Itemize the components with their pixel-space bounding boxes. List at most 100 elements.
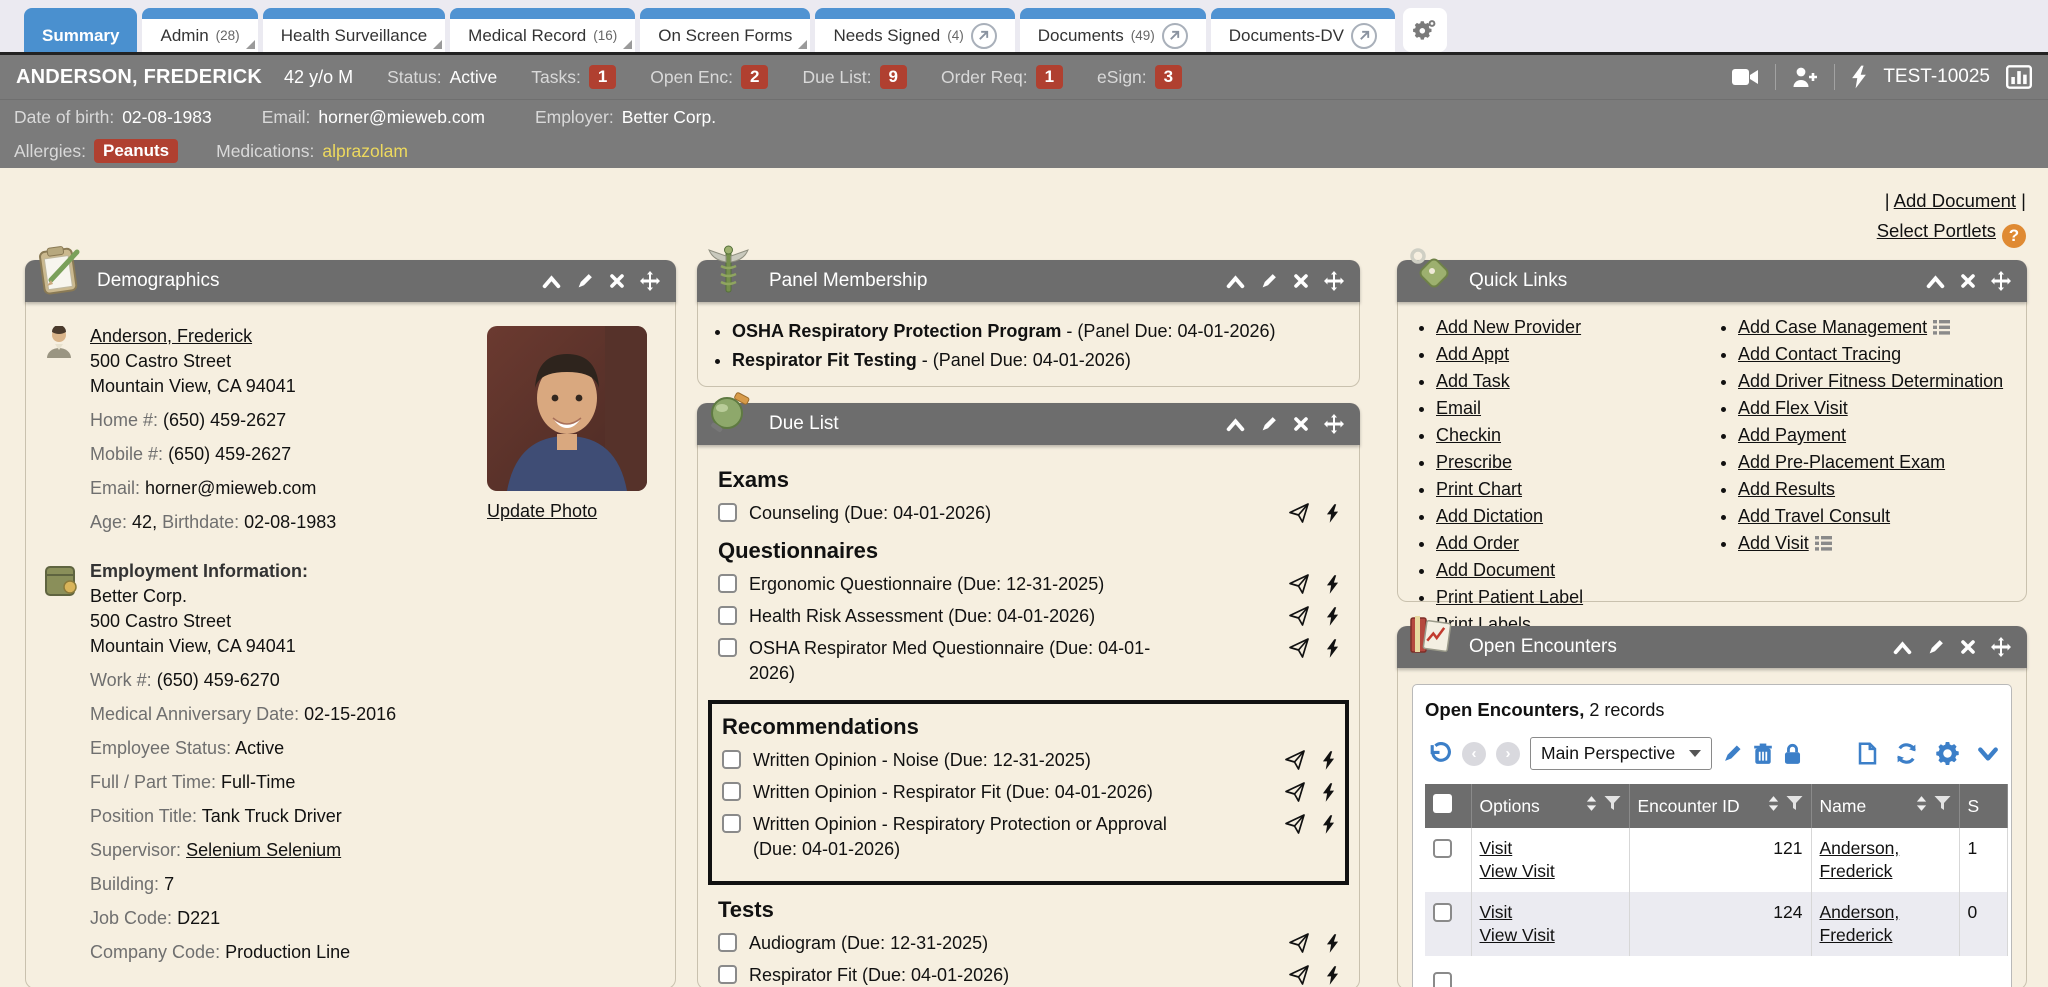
- send-icon[interactable]: [1288, 637, 1310, 659]
- quick-link[interactable]: Print Chart: [1436, 479, 1522, 499]
- open-encounters-header[interactable]: Open Encounters: [1397, 626, 2027, 668]
- collapse-icon[interactable]: [1226, 274, 1245, 289]
- edit-icon[interactable]: [1927, 638, 1945, 656]
- quick-complete-bolt-icon[interactable]: [1326, 607, 1339, 626]
- quick-complete-bolt-icon[interactable]: [1326, 575, 1339, 594]
- quick-link[interactable]: Add Payment: [1738, 425, 1846, 445]
- sort-icon[interactable]: [1585, 795, 1598, 817]
- move-icon[interactable]: [1324, 271, 1344, 291]
- edit-icon[interactable]: [1260, 415, 1278, 433]
- visit-link[interactable]: Visit: [1480, 838, 1513, 858]
- send-icon[interactable]: [1288, 573, 1310, 595]
- filter-icon[interactable]: [1934, 796, 1951, 817]
- close-icon[interactable]: [609, 273, 625, 289]
- send-icon[interactable]: [1284, 749, 1306, 771]
- add-document-link[interactable]: Add Document: [1894, 190, 2016, 211]
- quick-link[interactable]: Prescribe: [1436, 452, 1512, 472]
- view-visit-link[interactable]: View Visit: [1480, 925, 1555, 945]
- patient-name-link[interactable]: Anderson, Frederick: [1820, 902, 1900, 945]
- sort-icon[interactable]: [1915, 795, 1928, 817]
- refresh-icon[interactable]: [1895, 742, 1918, 765]
- close-icon[interactable]: [1960, 273, 1976, 289]
- due-item-checkbox[interactable]: [722, 814, 741, 833]
- edit-icon[interactable]: [1260, 272, 1278, 290]
- due-item-checkbox[interactable]: [718, 503, 737, 522]
- quick-link[interactable]: Add Driver Fitness Determination: [1738, 371, 2003, 391]
- esign-counter[interactable]: eSign:3: [1097, 65, 1182, 89]
- tab-needs-signed[interactable]: Needs Signed(4): [815, 8, 1014, 52]
- quick-link[interactable]: Add Results: [1738, 479, 1835, 499]
- filter-icon[interactable]: [1786, 796, 1803, 817]
- quick-complete-bolt-icon[interactable]: [1326, 504, 1339, 523]
- send-icon[interactable]: [1288, 932, 1310, 954]
- quick-link[interactable]: Add Task: [1436, 371, 1510, 391]
- tab-settings-button[interactable]: [1403, 8, 1447, 52]
- collapse-icon[interactable]: [1926, 274, 1945, 289]
- column-clipped[interactable]: S: [1959, 784, 2007, 828]
- settings-gear-icon[interactable]: [1936, 742, 1959, 765]
- due-item-checkbox[interactable]: [718, 965, 737, 984]
- external-link-icon[interactable]: [971, 23, 997, 49]
- due-item-checkbox[interactable]: [722, 750, 741, 769]
- order-req-counter[interactable]: Order Req:1: [941, 65, 1063, 89]
- supervisor-link[interactable]: Selenium Selenium: [186, 840, 341, 860]
- quick-link[interactable]: Add New Provider: [1436, 317, 1581, 337]
- tab-summary[interactable]: Summary: [24, 8, 137, 52]
- due-list-counter[interactable]: Due List:9: [802, 65, 907, 89]
- due-item-checkbox[interactable]: [722, 782, 741, 801]
- column-encounter-id[interactable]: Encounter ID: [1629, 784, 1811, 828]
- quick-link[interactable]: Add Travel Consult: [1738, 506, 1890, 526]
- move-icon[interactable]: [640, 271, 660, 291]
- quick-link[interactable]: Add Dictation: [1436, 506, 1543, 526]
- send-icon[interactable]: [1284, 813, 1306, 835]
- send-icon[interactable]: [1288, 502, 1310, 524]
- allergy-badge[interactable]: Peanuts: [94, 139, 178, 163]
- new-document-icon[interactable]: [1858, 742, 1877, 765]
- quick-link[interactable]: Add Document: [1436, 560, 1555, 580]
- tab-medical-record[interactable]: Medical Record(16): [450, 8, 635, 52]
- due-item-checkbox[interactable]: [718, 933, 737, 952]
- list-view-icon[interactable]: [1815, 536, 1832, 551]
- list-view-icon[interactable]: [1933, 320, 1950, 335]
- move-icon[interactable]: [1991, 271, 2011, 291]
- quick-link[interactable]: Add Contact Tracing: [1738, 344, 1901, 364]
- quick-complete-bolt-icon[interactable]: [1326, 966, 1339, 985]
- quick-link[interactable]: Add Flex Visit: [1738, 398, 1848, 418]
- collapse-icon[interactable]: [542, 274, 561, 289]
- quick-link[interactable]: Add Appt: [1436, 344, 1509, 364]
- quick-complete-bolt-icon[interactable]: [1322, 815, 1335, 834]
- delete-icon[interactable]: [1753, 743, 1773, 765]
- move-icon[interactable]: [1324, 414, 1344, 434]
- row-checkbox[interactable]: [1433, 839, 1452, 858]
- due-list-header[interactable]: Due List: [697, 403, 1360, 445]
- quick-link[interactable]: Add Visit: [1738, 533, 1809, 553]
- prev-page-icon[interactable]: ‹: [1462, 742, 1486, 766]
- collapse-icon[interactable]: [1226, 417, 1245, 432]
- filter-icon[interactable]: [1604, 796, 1621, 817]
- sort-icon[interactable]: [1767, 795, 1780, 817]
- quick-link[interactable]: Checkin: [1436, 425, 1501, 445]
- due-item-checkbox[interactable]: [718, 574, 737, 593]
- quick-complete-bolt-icon[interactable]: [1326, 639, 1339, 658]
- update-photo-link[interactable]: Update Photo: [487, 501, 597, 522]
- quick-link[interactable]: Print Patient Label: [1436, 587, 1583, 607]
- send-icon[interactable]: [1288, 964, 1310, 986]
- next-page-icon[interactable]: ›: [1496, 742, 1520, 766]
- quick-complete-bolt-icon[interactable]: [1326, 934, 1339, 953]
- quick-link[interactable]: Add Case Management: [1738, 317, 1927, 337]
- send-icon[interactable]: [1288, 605, 1310, 627]
- close-icon[interactable]: [1293, 273, 1309, 289]
- tab-admin[interactable]: Admin(28): [142, 8, 257, 52]
- edit-perspective-icon[interactable]: [1722, 743, 1743, 764]
- quick-links-header[interactable]: Quick Links: [1397, 260, 2027, 302]
- tasks-counter[interactable]: Tasks:1: [531, 65, 616, 89]
- tab-documents[interactable]: Documents(49): [1020, 8, 1206, 52]
- select-all-checkbox[interactable]: [1433, 794, 1452, 813]
- row-checkbox[interactable]: [1433, 972, 1452, 987]
- send-icon[interactable]: [1284, 781, 1306, 803]
- quick-complete-bolt-icon[interactable]: [1322, 783, 1335, 802]
- perspective-select[interactable]: Main Perspective: [1530, 737, 1712, 770]
- demographics-portlet-header[interactable]: Demographics: [25, 260, 676, 302]
- tab-documents-dv[interactable]: Documents-DV: [1211, 8, 1395, 52]
- close-icon[interactable]: [1960, 639, 1976, 655]
